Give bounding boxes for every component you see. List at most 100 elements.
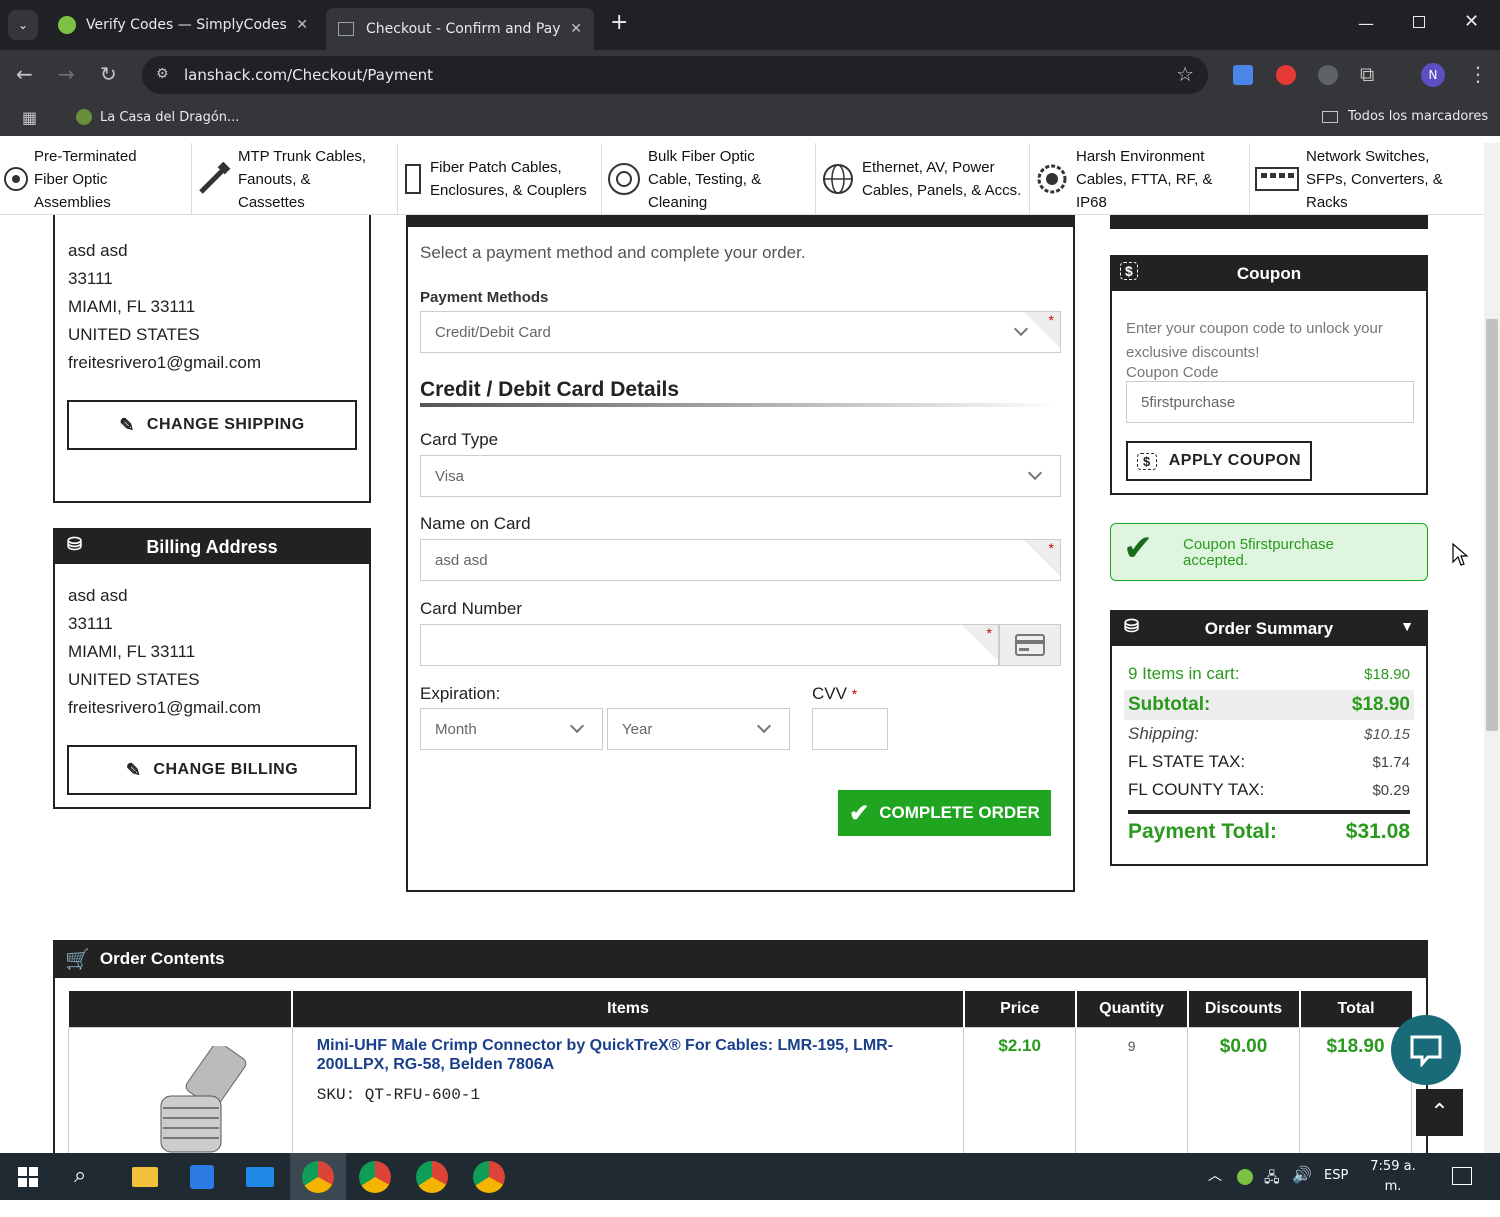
chrome-icon[interactable] (473, 1161, 505, 1193)
extension-gray-icon[interactable] (1318, 65, 1338, 85)
shipping-city: MIAMI, FL 33111 (68, 297, 196, 316)
shipping-country: UNITED STATES (68, 325, 200, 344)
required-star: * (851, 686, 858, 702)
shipping-row: Shipping: $10.15 (1128, 724, 1410, 744)
new-tab-icon[interactable]: + (610, 10, 628, 35)
order-contents-title: Order Contents (99, 949, 225, 968)
windows-taskbar: ⌕ ︿ 🖧 🔊 ESP 7:59 a. m. 16/10/2024 (0, 1153, 1500, 1214)
extension-red-icon[interactable] (1276, 65, 1296, 85)
state-tax-value: $1.74 (1372, 753, 1410, 771)
scroll-top-button[interactable]: ⌃ (1416, 1089, 1463, 1136)
expiration-year-select[interactable]: Year (607, 708, 790, 750)
tab-search-icon[interactable]: ⌄ (8, 10, 38, 40)
required-star: * (1048, 312, 1054, 328)
store-icon[interactable] (190, 1165, 214, 1189)
subtotal-label: Subtotal: (1128, 694, 1211, 715)
scrollbar-track[interactable] (1484, 143, 1500, 1153)
nav-ethernet[interactable]: Ethernet, AV, Power Cables, Panels, & Acc… (816, 143, 1030, 215)
chat-bubble-icon (1410, 1035, 1442, 1067)
product-link[interactable]: Mini-UHF Male Crimp Connector by QuickTr… (317, 1036, 939, 1074)
close-icon[interactable]: ✕ (570, 21, 582, 37)
coupon-title: Coupon (1236, 264, 1302, 283)
nav-fiber-patch[interactable]: Fiber Patch Cables, Enclosures, & Coupler… (398, 143, 602, 215)
file-explorer-icon[interactable] (132, 1167, 158, 1187)
billing-country: UNITED STATES (68, 670, 200, 689)
mtp-connector-icon (196, 161, 232, 197)
chevron-down-icon (1027, 465, 1043, 481)
tab-verify-codes[interactable]: Verify Codes — SimplyCodes ✕ (46, 8, 320, 42)
card-number-input[interactable]: * (420, 624, 999, 666)
coupon-code-input[interactable]: 5firstpurchase (1126, 381, 1414, 423)
nav-harsh-environment[interactable]: Harsh Environment Cables, FTTA, RF, & IP68 (1030, 143, 1250, 215)
tab-checkout[interactable]: Checkout - Confirm and Pay ✕ (326, 8, 594, 50)
nav-line: Cleaning (648, 193, 708, 211)
back-icon[interactable]: ← (16, 62, 33, 86)
change-shipping-button[interactable]: ✎ CHANGE SHIPPING (67, 400, 357, 450)
search-icon[interactable]: ⌕ (74, 1163, 86, 1188)
tab-title: Verify Codes — SimplyCodes (86, 17, 287, 33)
windows-start-icon[interactable] (18, 1167, 38, 1191)
payment-method-select[interactable]: Credit/Debit Card * (420, 311, 1061, 353)
translate-icon[interactable] (1233, 65, 1253, 85)
chrome-icon[interactable] (359, 1161, 391, 1193)
show-hidden-icons[interactable]: ︿ (1208, 1165, 1222, 1185)
coupon-panel: $ Coupon Enter your coupon code to unloc… (1110, 255, 1428, 495)
nav-network-switches[interactable]: Network Switches, SFPs, Converters, & Rack… (1250, 143, 1484, 215)
address-bar[interactable]: ⚙ lanshack.com/Checkout/Payment ☆ (142, 56, 1208, 94)
tray-app-icon[interactable] (1237, 1169, 1253, 1185)
scrollbar-thumb[interactable] (1486, 319, 1498, 731)
forward-icon[interactable]: → (58, 62, 75, 86)
payment-method-value: Credit/Debit Card (435, 323, 551, 341)
change-billing-button[interactable]: ✎ CHANGE BILLING (67, 745, 357, 795)
apps-grid-icon[interactable]: ▦ (22, 108, 37, 127)
county-tax-label: FL COUNTY TAX: (1128, 780, 1265, 799)
bookmark-star-icon[interactable]: ☆ (1176, 62, 1194, 86)
bookmark-item[interactable]: La Casa del Dragón... (76, 109, 239, 125)
profile-avatar[interactable]: N (1421, 63, 1445, 87)
nav-mtp-trunk[interactable]: MTP Trunk Cables, Fanouts, & Cassettes (192, 143, 398, 215)
site-info-icon[interactable]: ⚙ (156, 66, 169, 82)
coupon-header: $ Coupon (1112, 257, 1426, 291)
nav-pre-terminated[interactable]: Pre-Terminated Fiber Optic Assemblies (0, 143, 192, 215)
chevron-up-icon: ⌃ (1430, 1100, 1449, 1125)
nav-bulk-fiber[interactable]: Bulk Fiber Optic Cable, Testing, & Cleanin… (602, 143, 816, 215)
expiration-month-select[interactable]: Month (420, 708, 603, 750)
apply-coupon-button[interactable]: $ APPLY COUPON (1126, 441, 1312, 481)
items-value: $18.90 (1364, 665, 1410, 683)
bookmark-label: La Casa del Dragón... (100, 109, 240, 125)
complete-order-button[interactable]: ✔ COMPLETE ORDER (838, 790, 1051, 836)
section-underline (420, 403, 1061, 407)
nav-line: Pre-Terminated (34, 147, 137, 165)
order-summary-panel: ⛁ Order Summary ▼ 9 Items in cart: $18.9… (1110, 610, 1428, 866)
network-icon[interactable]: 🖧 (1264, 1167, 1280, 1191)
harsh-env-icon (1034, 161, 1070, 197)
chevron-down-icon (756, 718, 772, 734)
extensions-puzzle-icon[interactable]: ⧉ (1360, 62, 1374, 86)
nav-line: Network Switches, (1306, 147, 1430, 165)
required-corner (1024, 540, 1060, 576)
chat-button[interactable] (1391, 1015, 1461, 1085)
pencil-icon: ✎ (119, 414, 135, 435)
close-icon[interactable]: ✕ (296, 17, 308, 33)
order-summary-header[interactable]: ⛁ Order Summary ▼ (1112, 612, 1426, 646)
cvv-input[interactable] (812, 708, 888, 750)
chrome-icon[interactable] (302, 1161, 334, 1193)
shipping-address-panel: asd asd 33111 MIAMI, FL 33111 UNITED STA… (53, 200, 371, 503)
notification-icon[interactable] (1452, 1167, 1472, 1185)
minimize-icon[interactable]: — (1358, 14, 1374, 33)
chrome-icon[interactable] (416, 1161, 448, 1193)
mail-icon[interactable] (246, 1167, 274, 1187)
reload-icon[interactable]: ↻ (100, 62, 117, 86)
card-type-select[interactable]: Visa (420, 455, 1061, 497)
bookmarks-bar: ▦ La Casa del Dragón... Todos los marcad… (0, 100, 1500, 136)
coupon-code-label: Coupon Code (1126, 364, 1219, 381)
restore-icon[interactable] (1413, 16, 1425, 28)
window-close-icon[interactable]: ✕ (1464, 11, 1479, 32)
clock[interactable]: 7:59 a. m. 16/10/2024 (1360, 1157, 1435, 1217)
language-indicator[interactable]: ESP (1324, 1168, 1348, 1183)
name-on-card-input[interactable]: asd asd * (420, 539, 1061, 581)
patch-cable-icon (402, 161, 424, 197)
volume-icon[interactable]: 🔊 (1292, 1165, 1312, 1184)
menu-kebab-icon[interactable]: ⋮ (1468, 62, 1488, 86)
all-bookmarks[interactable]: Todos los marcadores (1322, 109, 1488, 124)
